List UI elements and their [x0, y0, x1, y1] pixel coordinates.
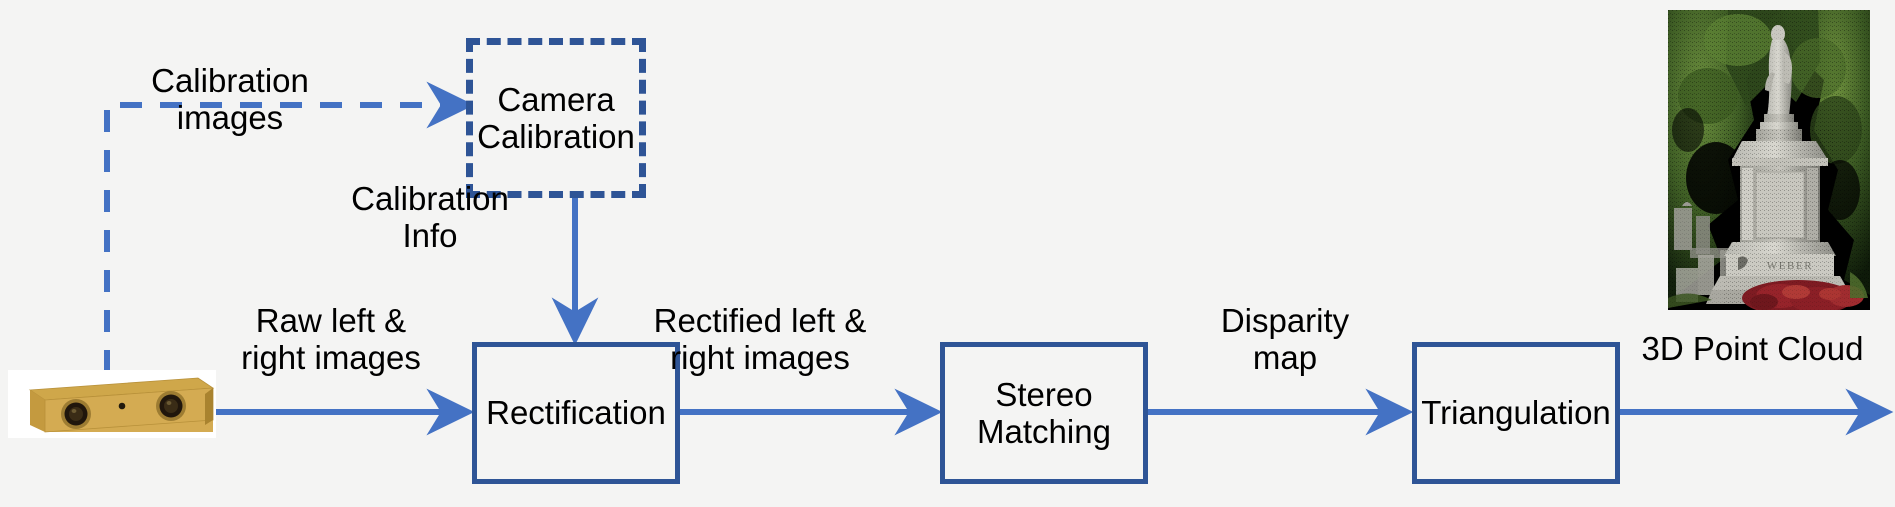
node-triangulation-label: Triangulation	[1421, 394, 1611, 432]
stereo-camera-image	[8, 370, 216, 438]
node-rectification-label: Rectification	[486, 394, 666, 432]
edge-label-raw-images: Raw left & right images	[241, 302, 421, 377]
diagram-canvas: Camera Calibration Rectification Stereo …	[0, 0, 1895, 507]
node-stereo-matching[interactable]: Stereo Matching	[940, 342, 1148, 484]
edge-label-point-cloud-out: 3D Point Cloud	[1641, 330, 1864, 367]
edge-label-disparity-map: Disparity map	[1220, 302, 1350, 377]
point-cloud-result-image: WEBER	[1668, 10, 1870, 310]
edge-label-calibration-info: Calibration Info	[351, 180, 509, 255]
node-camera-calibration-label: Camera Calibration	[477, 80, 635, 155]
node-camera-calibration[interactable]: Camera Calibration	[466, 38, 646, 198]
edge-label-calibration-images: Calibration images	[151, 62, 309, 137]
node-stereo-matching-label: Stereo Matching	[977, 375, 1111, 450]
edge-label-rectified-images: Rectified left & right images	[653, 302, 867, 377]
node-triangulation[interactable]: Triangulation	[1412, 342, 1620, 484]
